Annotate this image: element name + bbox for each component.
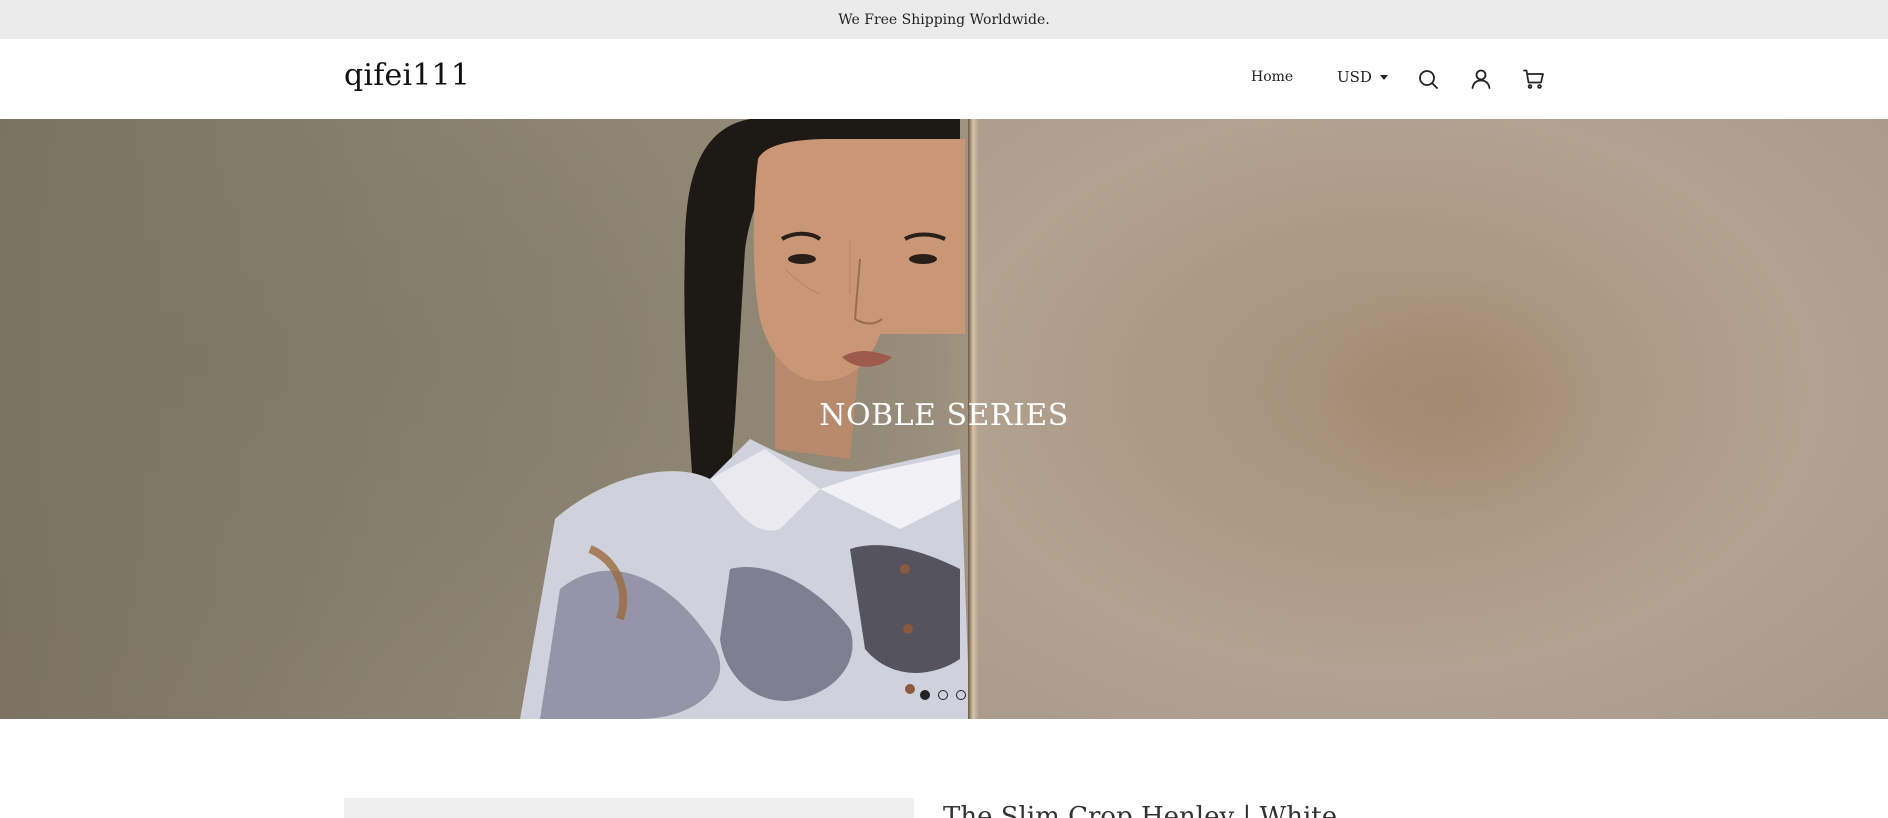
currency-value: USD [1337, 68, 1372, 86]
caret-down-icon [1379, 74, 1388, 80]
announcement-bar: We Free Shipping Worldwide. [0, 0, 1888, 39]
cart-icon[interactable] [1522, 67, 1546, 91]
search-icon[interactable] [1416, 67, 1440, 91]
hero-title: NOBLE SERIES [819, 398, 1069, 433]
slideshow-dots [920, 690, 966, 700]
product-title[interactable]: The Slim Crop Henley | White [943, 802, 1337, 818]
slide-dot-3[interactable] [956, 690, 966, 700]
announcement-text: We Free Shipping Worldwide. [838, 11, 1050, 28]
account-icon[interactable] [1469, 67, 1493, 91]
nav-home-link[interactable]: Home [1251, 69, 1293, 85]
store-logo[interactable]: qifei111 [344, 58, 470, 93]
hero-slideshow[interactable]: NOBLE SERIES [0, 119, 1888, 719]
slide-dot-2[interactable] [938, 690, 948, 700]
product-image[interactable] [344, 798, 914, 818]
currency-selector[interactable]: USD [1337, 68, 1388, 86]
site-header: qifei111 Home USD [0, 39, 1888, 119]
slide-dot-1[interactable] [920, 690, 930, 700]
